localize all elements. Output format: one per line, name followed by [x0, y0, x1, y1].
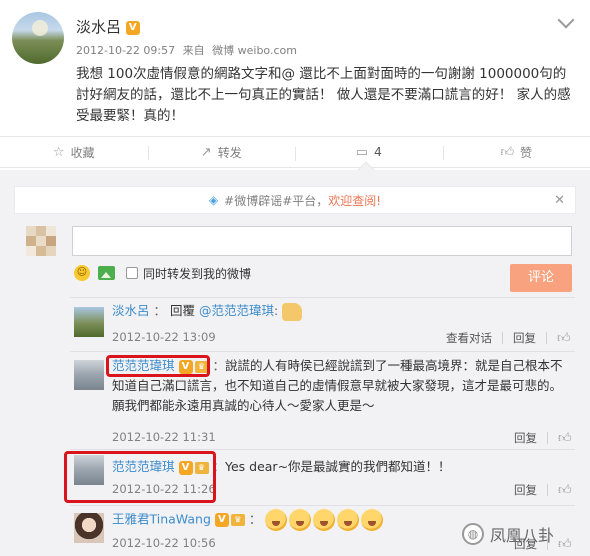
- thumb-up-icon: 👍︎: [500, 144, 515, 160]
- post-author-name[interactable]: 淡水呂: [76, 18, 121, 36]
- view-conversation-link[interactable]: 查看对话: [446, 330, 492, 346]
- repost-button[interactable]: ↗ 转发: [147, 144, 296, 161]
- my-avatar[interactable]: [26, 226, 56, 256]
- comment-item: 王雅君TinaWang V ♛ ：: [112, 509, 385, 531]
- comment-icon: ▭: [355, 144, 369, 160]
- rumor-notice-text: #微博辟谣#平台，: [224, 193, 329, 208]
- watermark: ◍ 凤凰八卦: [462, 522, 554, 546]
- divider: [70, 297, 575, 298]
- comment-reply-prefix: 回覆: [170, 303, 196, 318]
- comment-author[interactable]: 淡水呂: [112, 303, 150, 318]
- thumb-up-icon[interactable]: 👍︎: [557, 331, 571, 346]
- comment-text: Yes dear~你是最誠實的我們都知道！！: [225, 459, 451, 474]
- reply-button[interactable]: 回复: [513, 330, 536, 346]
- comment-avatar[interactable]: [74, 360, 104, 390]
- thumb-up-icon[interactable]: 👍︎: [558, 537, 572, 552]
- comment-author[interactable]: 王雅君TinaWang: [112, 512, 211, 527]
- crying-emoji-icon: [289, 509, 312, 531]
- post-meta: 2012-10-22 09:57 来自 微博 weibo.com: [76, 42, 301, 58]
- highlight-box: [106, 355, 210, 377]
- post-author[interactable]: 淡水呂 V: [76, 16, 140, 37]
- share-icon: ↗: [200, 144, 212, 160]
- repost-label: 转发: [217, 145, 242, 160]
- divider: [70, 351, 575, 352]
- crying-emoji-icon: [265, 509, 288, 531]
- divider: [70, 505, 575, 506]
- highlight-box: [64, 451, 216, 503]
- star-icon: ☆: [52, 144, 65, 160]
- watermark-text: 凤凰八卦: [490, 526, 555, 545]
- repost-checkbox[interactable]: [126, 267, 138, 279]
- reply-button[interactable]: 回复: [514, 430, 537, 446]
- comment-time: 2012-10-22 10:56: [112, 536, 216, 550]
- comment-mention[interactable]: @范范范瑋琪: [199, 303, 274, 318]
- thumb-up-icon[interactable]: 👍︎: [558, 483, 572, 498]
- comment-count: 4: [374, 145, 382, 159]
- divider: [70, 449, 575, 450]
- close-icon[interactable]: ✕: [554, 193, 565, 208]
- author-avatar[interactable]: [12, 12, 64, 64]
- comment-time: 2012-10-22 13:09: [112, 330, 216, 344]
- image-upload-icon[interactable]: [98, 266, 115, 280]
- favorite-label: 收藏: [70, 145, 95, 160]
- favorite-button[interactable]: ☆ 收藏: [0, 144, 148, 161]
- vip-crown-icon: ♛: [230, 514, 245, 526]
- chevron-down-icon[interactable]: [557, 11, 575, 29]
- comment-submit-button[interactable]: 评论: [510, 264, 572, 292]
- like-button[interactable]: 👍︎ 赞: [442, 144, 590, 161]
- rumor-link[interactable]: 欢迎查阅!: [328, 192, 381, 209]
- comment-actions: 回复 👍︎: [514, 482, 572, 498]
- comment-avatar[interactable]: [74, 513, 104, 543]
- post-timestamp[interactable]: 2012-10-22 09:57: [76, 44, 175, 57]
- thumbs-up-emoji-icon: [282, 302, 303, 321]
- comment-button[interactable]: ▭ 4: [295, 144, 443, 161]
- like-label: 赞: [520, 145, 533, 160]
- emoji-icon[interactable]: ☺: [74, 265, 90, 281]
- thumb-up-icon[interactable]: 👍︎: [558, 431, 572, 446]
- crying-emoji-icon: [337, 509, 360, 531]
- comment-actions: 回复 👍︎: [514, 430, 572, 446]
- comment-avatar[interactable]: [74, 307, 104, 337]
- reply-button[interactable]: 回复: [514, 482, 537, 498]
- repost-checkbox-label[interactable]: 同时转发到我的微博: [143, 265, 251, 282]
- post-source[interactable]: 微博 weibo.com: [212, 44, 297, 57]
- comment-time: 2012-10-22 11:31: [112, 430, 216, 444]
- verified-badge-icon: V: [125, 20, 140, 35]
- rumor-notice-bar: ◈ #微博辟谣#平台， 欢迎查阅! ✕: [14, 186, 576, 214]
- post-text: 我想 100次虛情假意的網路文字和@ 還比不上面對面時的一句謝謝 1000000…: [76, 66, 571, 124]
- comment-input[interactable]: [72, 226, 572, 256]
- comment-item: 淡水呂 ： 回覆 @范范范瑋琪:: [112, 301, 303, 321]
- post-action-bar: ☆ 收藏 ↗ 转发 ▭ 4 👍︎ 赞: [0, 136, 590, 168]
- verified-badge-icon: V: [214, 513, 229, 527]
- crying-emoji-icon: [361, 509, 384, 531]
- shield-icon: ◈: [208, 193, 219, 207]
- phoenix-logo-icon: ◍: [462, 523, 484, 545]
- post-source-prefix: 来自: [182, 44, 205, 57]
- crying-emoji-icon: [313, 509, 336, 531]
- comment-actions: 查看对话 回复 👍︎: [446, 330, 571, 346]
